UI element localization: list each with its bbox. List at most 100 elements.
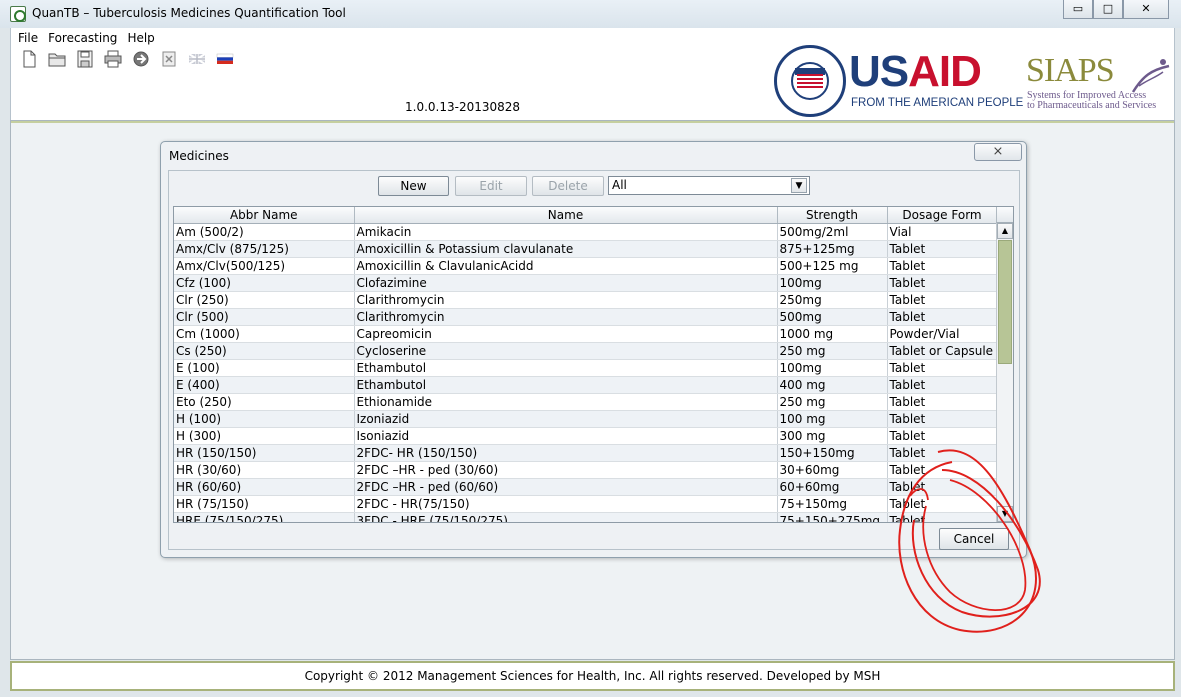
dosage-form-cell: Tablet — [887, 240, 998, 258]
dialog-close-button[interactable]: ⨯ — [974, 143, 1022, 161]
name-cell: Isoniazid — [354, 427, 778, 445]
forward-icon[interactable] — [131, 50, 151, 68]
table-row[interactable]: Amx/Clv (875/125) Amoxicillin & Potassium… — [174, 240, 998, 258]
abbr-name-cell: Cm (1000) — [174, 325, 355, 343]
abbr-name-cell: E (100) — [174, 359, 355, 377]
table-row[interactable]: Clr (250) Clarithromycin 250mg Tablet — [174, 291, 998, 309]
column-header-abbr-name[interactable]: Abbr Name — [174, 207, 355, 224]
menu-forecasting[interactable]: Forecasting — [48, 31, 117, 45]
strength-cell: 1000 mg — [777, 325, 888, 343]
dosage-form-cell: Tablet — [887, 274, 998, 292]
footer-copyright: Copyright © 2012 Management Sciences for… — [10, 661, 1175, 691]
toolbar — [19, 50, 235, 68]
table-row[interactable]: HR (30/60) 2FDC –HR - ped (30/60) 30+60mg T… — [174, 461, 998, 479]
app-header: File Forecasting Help 1.0.0.13-20130828 — [10, 28, 1175, 120]
print-icon[interactable] — [103, 50, 123, 68]
filter-select-value: All — [612, 178, 627, 192]
dosage-form-cell: Tablet — [887, 257, 998, 275]
table-row[interactable]: HR (75/150) 2FDC - HR(75/150) 75+150mg Tabl… — [174, 495, 998, 513]
strength-cell: 60+60mg — [777, 478, 888, 496]
usaid-wordmark: USAID — [849, 47, 982, 96]
abbr-name-cell: Clr (500) — [174, 308, 355, 326]
menu-bar: File Forecasting Help — [18, 31, 155, 45]
close-window-button[interactable]: ✕ — [1123, 0, 1169, 19]
table-row[interactable]: Cs (250) Cycloserine 250 mg Tablet or Capsu… — [174, 342, 998, 360]
strength-cell: 75+150+275mg — [777, 512, 888, 522]
new-button[interactable]: New — [378, 176, 449, 196]
chevron-down-icon[interactable]: ▼ — [791, 178, 807, 193]
strength-cell: 500+125 mg — [777, 257, 888, 275]
save-icon[interactable] — [75, 50, 95, 68]
dosage-form-cell: Tablet — [887, 308, 998, 326]
strength-cell: 875+125mg — [777, 240, 888, 258]
table-row[interactable]: HR (60/60) 2FDC –HR - ped (60/60) 60+60mg T… — [174, 478, 998, 496]
dosage-form-cell: Tablet or Capsule — [887, 342, 998, 360]
name-cell: Ethambutol — [354, 376, 778, 394]
table-row[interactable]: Eto (250) Ethionamide 250 mg Tablet — [174, 393, 998, 411]
name-cell: Clofazimine — [354, 274, 778, 292]
excel-icon[interactable] — [159, 50, 179, 68]
dosage-form-cell: Tablet — [887, 393, 998, 411]
abbr-name-cell: HR (150/150) — [174, 444, 355, 462]
dosage-form-cell: Tablet — [887, 376, 998, 394]
table-row[interactable]: HR (150/150) 2FDC- HR (150/150) 150+150mg T… — [174, 444, 998, 462]
table-row[interactable]: E (100) Ethambutol 100mg Tablet — [174, 359, 998, 377]
name-cell: 2FDC –HR - ped (60/60) — [354, 478, 778, 496]
new-file-icon[interactable] — [19, 50, 39, 68]
strength-cell: 300 mg — [777, 427, 888, 445]
edit-button[interactable]: Edit — [455, 176, 527, 196]
table-row[interactable]: H (100) Izoniazid 100 mg Tablet — [174, 410, 998, 428]
column-header-strength[interactable]: Strength — [777, 207, 888, 224]
abbr-name-cell: Cfz (100) — [174, 274, 355, 292]
table-row[interactable]: HRE (75/150/275) 3FDC - HRE (75/150/275) 7… — [174, 512, 998, 522]
dosage-form-cell: Tablet — [887, 410, 998, 428]
name-cell: Amoxicillin & Potassium clavulanate — [354, 240, 778, 258]
menu-file[interactable]: File — [18, 31, 38, 45]
name-cell: Capreomicin — [354, 325, 778, 343]
strength-cell: 500mg — [777, 308, 888, 326]
maximize-button[interactable]: □ — [1093, 0, 1123, 19]
abbr-name-cell: Clr (250) — [174, 291, 355, 309]
scroll-up-icon[interactable]: ▲ — [997, 223, 1013, 239]
name-cell: Cycloserine — [354, 342, 778, 360]
abbr-name-cell: H (300) — [174, 427, 355, 445]
table-row[interactable]: H (300) Isoniazid 300 mg Tablet — [174, 427, 998, 445]
table-row[interactable]: Cfz (100) Clofazimine 100mg Tablet — [174, 274, 998, 292]
table-row[interactable]: Am (500/2) Amikacin 500mg/2ml Vial — [174, 223, 998, 241]
filter-select[interactable]: All ▼ — [608, 176, 810, 195]
table-row[interactable]: E (400) Ethambutol 400 mg Tablet — [174, 376, 998, 394]
english-flag-icon[interactable] — [187, 50, 207, 68]
column-header-dosage-form[interactable]: Dosage Form — [887, 207, 998, 224]
column-header-name[interactable]: Name — [354, 207, 778, 224]
strength-cell: 75+150mg — [777, 495, 888, 513]
strength-cell: 400 mg — [777, 376, 888, 394]
scrollbar-thumb[interactable] — [998, 240, 1012, 364]
abbr-name-cell: Amx/Clv(500/125) — [174, 257, 355, 275]
name-cell: Amikacin — [354, 223, 778, 241]
strength-cell: 100mg — [777, 274, 888, 292]
name-cell: 2FDC –HR - ped (30/60) — [354, 461, 778, 479]
name-cell: Clarithromycin — [354, 291, 778, 309]
dosage-form-cell: Powder/Vial — [887, 325, 998, 343]
dosage-form-cell: Tablet — [887, 291, 998, 309]
name-cell: Ethionamide — [354, 393, 778, 411]
siaps-tagline-2: to Pharmaceuticals and Services — [1027, 100, 1157, 111]
app-icon — [10, 6, 26, 22]
strength-cell: 150+150mg — [777, 444, 888, 462]
table-row[interactable]: Clr (500) Clarithromycin 500mg Tablet — [174, 308, 998, 326]
abbr-name-cell: Amx/Clv (875/125) — [174, 240, 355, 258]
name-cell: 3FDC - HRE (75/150/275) — [354, 512, 778, 522]
abbr-name-cell: Am (500/2) — [174, 223, 355, 241]
abbr-name-cell: HR (60/60) — [174, 478, 355, 496]
strength-cell: 250 mg — [777, 342, 888, 360]
minimize-button[interactable]: ▭ — [1063, 0, 1093, 19]
abbr-name-cell: H (100) — [174, 410, 355, 428]
menu-help[interactable]: Help — [127, 31, 154, 45]
dosage-form-cell: Vial — [887, 223, 998, 241]
strength-cell: 30+60mg — [777, 461, 888, 479]
russian-flag-icon[interactable] — [215, 50, 235, 68]
open-folder-icon[interactable] — [47, 50, 67, 68]
table-row[interactable]: Amx/Clv(500/125) Amoxicillin & Clavulanic… — [174, 257, 998, 275]
delete-button[interactable]: Delete — [532, 176, 604, 196]
table-row[interactable]: Cm (1000) Capreomicin 1000 mg Powder/Vial — [174, 325, 998, 343]
